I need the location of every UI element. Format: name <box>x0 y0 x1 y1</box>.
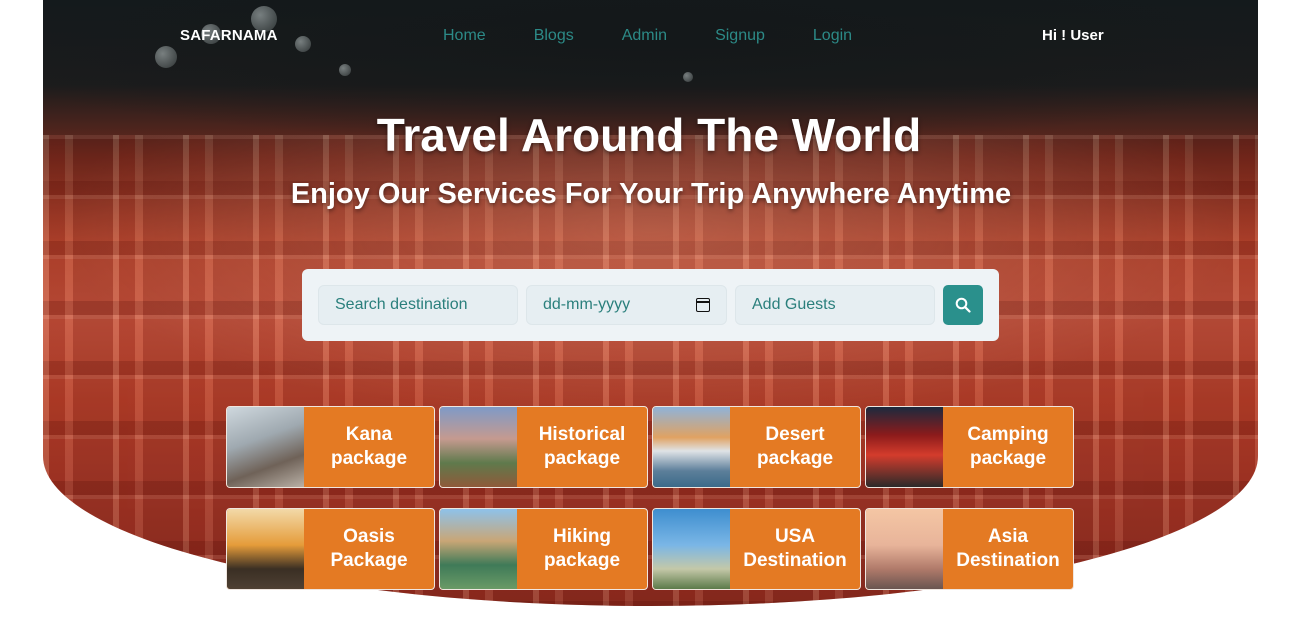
package-thumbnail <box>227 407 304 487</box>
package-label: USA Destination <box>743 526 847 571</box>
package-card-kana[interactable]: Kana package <box>226 406 435 488</box>
package-label: Oasis Package <box>330 526 408 571</box>
brand-logo[interactable]: SAFARNAMA <box>180 27 278 44</box>
package-label: Desert package <box>756 424 834 469</box>
hero-subtitle: Enjoy Our Services For Your Trip Anywher… <box>290 178 1012 210</box>
nav-menu: Home Blogs Admin Signup Login <box>443 27 900 45</box>
calendar-icon[interactable] <box>696 298 710 312</box>
nav-link-home[interactable]: Home <box>443 27 486 45</box>
destination-input[interactable]: Search destination <box>318 285 518 325</box>
package-thumbnail <box>227 509 304 589</box>
package-card-usa[interactable]: USA Destination <box>652 508 861 590</box>
package-label: Hiking package <box>543 526 621 571</box>
package-card-desert[interactable]: Desert package <box>652 406 861 488</box>
nav-link-admin[interactable]: Admin <box>622 27 667 45</box>
nav-link-signup[interactable]: Signup <box>715 27 765 45</box>
package-label: Historical package <box>538 424 626 469</box>
nav-link-login[interactable]: Login <box>813 27 852 45</box>
nav-link-blogs[interactable]: Blogs <box>534 27 574 45</box>
search-bar: Search destination dd-mm-yyyy Add Guests <box>302 269 999 341</box>
guests-input[interactable]: Add Guests <box>735 285 935 325</box>
package-thumbnail <box>866 407 943 487</box>
hero-title: Travel Around The World <box>376 109 922 161</box>
package-card-oasis[interactable]: Oasis Package <box>226 508 435 590</box>
package-label: Asia Destination <box>956 526 1060 571</box>
package-label: Kana package <box>330 424 408 469</box>
date-placeholder: dd-mm-yyyy <box>543 296 631 313</box>
user-greeting: Hi ! User <box>1042 27 1104 44</box>
search-button[interactable] <box>943 285 983 325</box>
date-input[interactable]: dd-mm-yyyy <box>526 285 727 325</box>
package-card-camping[interactable]: Camping package <box>865 406 1074 488</box>
package-thumbnail <box>653 407 730 487</box>
search-icon <box>955 297 971 313</box>
top-navbar: SAFARNAMA Home Blogs Admin Signup Login … <box>0 0 1298 70</box>
package-thumbnail <box>440 407 517 487</box>
package-card-historical[interactable]: Historical package <box>439 406 648 488</box>
package-thumbnail <box>866 509 943 589</box>
package-thumbnail <box>653 509 730 589</box>
package-card-hiking[interactable]: Hiking package <box>439 508 648 590</box>
decorative-bubble <box>683 72 693 82</box>
package-label: Camping package <box>967 424 1049 469</box>
package-thumbnail <box>440 509 517 589</box>
package-card-asia[interactable]: Asia Destination <box>865 508 1074 590</box>
